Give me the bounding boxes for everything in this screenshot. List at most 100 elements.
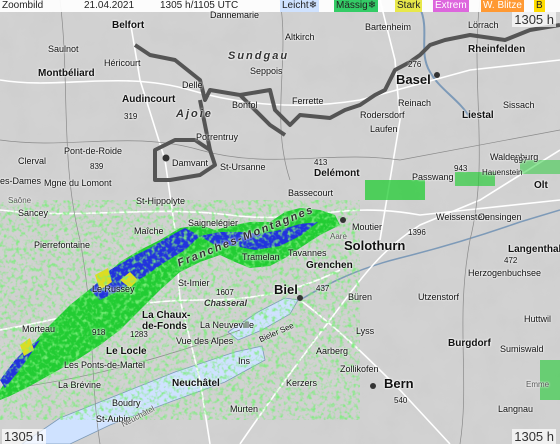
legend-b: B bbox=[534, 0, 545, 12]
place-label: Porrentruy bbox=[196, 132, 239, 142]
place-label: Oensingen bbox=[478, 212, 522, 222]
place-label: Burgdorf bbox=[448, 338, 491, 349]
place-label: Sissach bbox=[503, 100, 535, 110]
place-label: Sancey bbox=[18, 208, 49, 218]
place-label: Seppois bbox=[250, 66, 283, 76]
place-label: St-Hippolyte bbox=[136, 196, 186, 206]
place-label: Sumiswald bbox=[500, 344, 544, 354]
place-label: Ins bbox=[238, 356, 251, 366]
place-label: Héricourt bbox=[104, 58, 141, 68]
place-label: Vue des Alpes bbox=[176, 336, 234, 346]
legend-moderate: Mässig❄ bbox=[334, 0, 379, 12]
place-label: Audincourt bbox=[122, 94, 176, 105]
snowflake-icon: ❄ bbox=[367, 0, 377, 11]
place-label: Clerval bbox=[18, 156, 47, 166]
place-label: Boudry bbox=[112, 398, 141, 408]
place-label: Langnau bbox=[498, 404, 534, 414]
place-label: Bartenheim bbox=[365, 22, 412, 32]
legend-heavy: Stark bbox=[395, 0, 423, 12]
place-label: Ferrette bbox=[292, 96, 324, 106]
elevation-label: 1607 bbox=[216, 288, 234, 297]
place-label: Bassecourt bbox=[288, 188, 334, 198]
region-label: Chasseral bbox=[204, 298, 248, 308]
place-label: Le Locle bbox=[106, 346, 147, 357]
place-label: Montbéliard bbox=[38, 68, 95, 79]
elevation-label: 943 bbox=[454, 164, 468, 173]
place-label: Bonfol bbox=[232, 100, 258, 110]
place-label: St-Imier bbox=[178, 278, 210, 288]
place-label: Saulnot bbox=[48, 44, 79, 54]
elevation-label: 839 bbox=[90, 162, 104, 171]
elevation-label: 437 bbox=[316, 284, 330, 293]
place-label: Morteau bbox=[22, 324, 56, 334]
place-label: Altkirch bbox=[285, 32, 315, 42]
elevation-label: 697 bbox=[514, 156, 528, 165]
elevation-label: 918 bbox=[92, 328, 106, 337]
place-label: Tavannes bbox=[288, 248, 327, 258]
place-label: Pont-de-Roide bbox=[64, 146, 123, 156]
place-label: es-Dames bbox=[0, 176, 42, 186]
place-label: Lyss bbox=[356, 326, 375, 336]
place-label: Mgne du Lomont bbox=[44, 178, 112, 188]
place-label: Grenchen bbox=[306, 260, 353, 271]
river-label: Emme bbox=[526, 380, 550, 389]
place-label: Damvant bbox=[172, 158, 209, 168]
place-label: Murten bbox=[230, 404, 259, 414]
time-stamp-top-right: 1305 h bbox=[512, 12, 556, 27]
place-label: Moutier bbox=[352, 222, 383, 232]
river-label: Saône bbox=[8, 196, 32, 205]
place-label: Basel bbox=[396, 72, 431, 87]
place-label: Biel bbox=[274, 282, 298, 297]
place-label: Büren bbox=[348, 292, 373, 302]
place-label: Les Ponts-de-Martel bbox=[64, 360, 146, 370]
place-label: Dannemarie bbox=[210, 10, 260, 20]
place-label: Huttwil bbox=[524, 314, 552, 324]
legend-light: Leicht❄ bbox=[280, 0, 320, 12]
place-label: Kerzers bbox=[286, 378, 318, 388]
place-label: Zollikofen bbox=[340, 364, 379, 374]
snowflake-icon: ❄ bbox=[308, 0, 318, 11]
place-label: La Brévine bbox=[58, 380, 102, 390]
place-label: Tramelan bbox=[242, 252, 280, 262]
place-label: Rodersdorf bbox=[360, 110, 405, 120]
place-label: Delémont bbox=[314, 168, 360, 179]
place-label: Laufen bbox=[370, 124, 398, 134]
elevation-label: 319 bbox=[124, 112, 138, 121]
place-label: Saignelégier bbox=[188, 218, 239, 228]
place-label: Delle bbox=[182, 80, 203, 90]
place-label: Herzogenbuchsee bbox=[468, 268, 542, 278]
river-label: Aare bbox=[330, 232, 347, 241]
elevation-label: 540 bbox=[394, 396, 408, 405]
place-label: Aarberg bbox=[316, 346, 349, 356]
place-label: Solothurn bbox=[344, 238, 406, 253]
place-label: Neuchâtel bbox=[172, 378, 220, 389]
view-title: Zoombild bbox=[2, 0, 44, 11]
date-label: 21.04.2021 bbox=[84, 0, 135, 11]
place-label: Reinach bbox=[398, 98, 432, 108]
place-label: Rheinfelden bbox=[468, 44, 526, 55]
place-label: Hauenstein bbox=[482, 168, 523, 177]
radar-map: Zoombild 21.04.2021 1305 h/1105 UTC Leic… bbox=[0, 0, 560, 444]
time-stamp-bottom-left: 1305 h bbox=[2, 429, 46, 444]
place-label: Le Russey bbox=[92, 284, 135, 294]
place-label: St-Ursanne bbox=[220, 162, 266, 172]
precip-east-cell bbox=[365, 180, 425, 200]
legend-lightning: W. Blitze bbox=[481, 0, 524, 12]
region-label: Ajoie bbox=[176, 108, 213, 120]
place-label: La Chaux-de-Fonds bbox=[142, 310, 191, 332]
place-label: Maîche bbox=[134, 226, 164, 236]
elevation-label: 1283 bbox=[130, 330, 148, 339]
region-label: Sundgau bbox=[228, 50, 290, 62]
elevation-label: 472 bbox=[504, 256, 518, 265]
place-label: Passwang bbox=[412, 172, 454, 182]
elevation-label: 276 bbox=[408, 60, 422, 69]
place-label: Olt bbox=[534, 180, 548, 191]
place-label: Langenthal bbox=[508, 244, 560, 255]
place-label: Liestal bbox=[462, 110, 494, 121]
place-label: Pierrefontaine bbox=[34, 240, 91, 250]
place-label: Belfort bbox=[112, 20, 145, 31]
elevation-label: 1396 bbox=[408, 228, 426, 237]
place-label: Bern bbox=[384, 376, 414, 391]
place-label: Utzenstorf bbox=[418, 292, 460, 302]
place-label: Lörrach bbox=[468, 20, 499, 30]
